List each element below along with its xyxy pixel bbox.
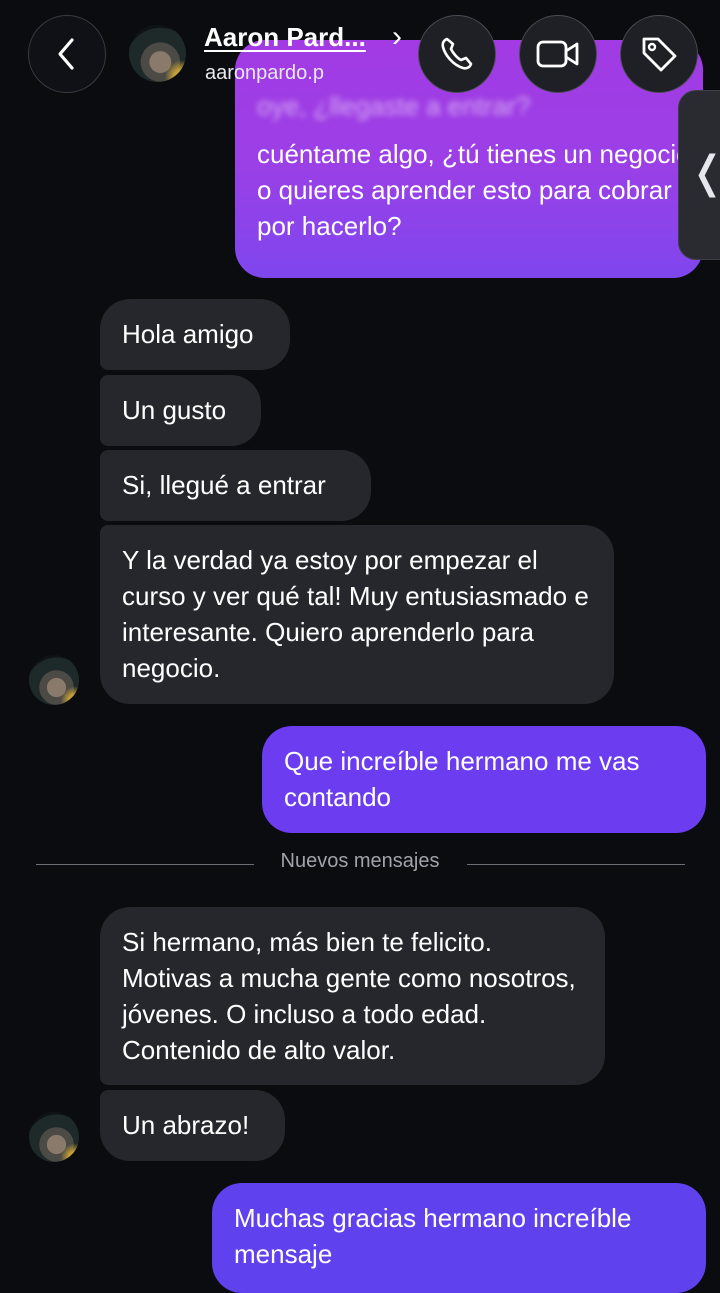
video-camera-icon — [536, 40, 579, 68]
chevron-left-icon — [58, 38, 74, 70]
message-bubble-outgoing[interactable]: Muchas gracias hermano increíble mensaje — [212, 1183, 706, 1293]
message-bubble-incoming[interactable]: Un gusto — [100, 375, 261, 446]
chevron-left-icon: ❬ — [689, 147, 720, 198]
message-text: Hola amigo — [122, 319, 254, 349]
message-bubble-incoming[interactable]: Si, llegué a entrar — [100, 450, 371, 521]
call-button[interactable] — [418, 15, 496, 93]
message-text: Que increíble hermano me vas contando — [284, 746, 640, 812]
video-call-button[interactable] — [519, 15, 597, 93]
message-text: Un gusto — [122, 395, 227, 425]
message-text: cuéntame algo, ¿tú tienes un negocio o q… — [257, 139, 691, 241]
message-text: Muchas gracias hermano increíble mensaje — [234, 1203, 632, 1269]
back-button[interactable] — [28, 15, 106, 93]
new-messages-divider: Nuevos mensajes — [280, 850, 440, 872]
tag-button[interactable] — [620, 15, 698, 93]
message-text: Un abrazo! — [122, 1110, 250, 1140]
sender-avatar[interactable] — [29, 1112, 79, 1162]
message-text: Si hermano, más bien te felicito. Motiva… — [122, 927, 576, 1065]
profile-chevron-icon[interactable]: › — [392, 20, 402, 54]
phone-icon — [441, 37, 473, 70]
contact-avatar[interactable] — [129, 25, 186, 82]
message-bubble-incoming[interactable]: Hola amigo — [100, 299, 290, 370]
contact-name[interactable]: Aaron Pard... — [204, 22, 366, 53]
side-panel-tab[interactable]: ❬ — [678, 90, 720, 260]
message-text: Si, llegué a entrar — [122, 470, 326, 500]
sender-avatar[interactable] — [29, 655, 79, 705]
message-bubble-incoming[interactable]: Y la verdad ya estoy por empezar el curs… — [100, 525, 614, 704]
message-bubble-incoming[interactable]: Si hermano, más bien te felicito. Motiva… — [100, 907, 605, 1085]
message-text: Y la verdad ya estoy por empezar el curs… — [122, 545, 589, 683]
message-bubble-outgoing[interactable]: Que increíble hermano me vas contando — [262, 726, 706, 833]
tag-icon — [642, 37, 677, 72]
blurred-message-text: oye, ¿llegaste a entrar? — [257, 91, 531, 121]
message-bubble-incoming[interactable]: Un abrazo! — [100, 1090, 285, 1161]
contact-handle: aaronpardo.p — [205, 62, 324, 84]
